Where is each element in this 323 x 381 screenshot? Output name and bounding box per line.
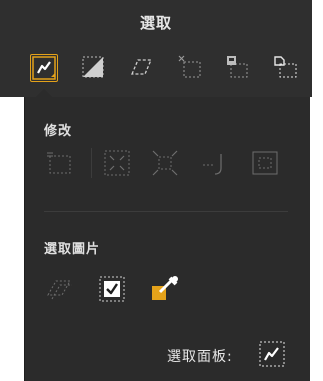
eyedropper-icon[interactable] (150, 274, 180, 304)
border-icon[interactable] (44, 148, 74, 178)
checkbox-icon[interactable] (98, 275, 126, 303)
contract-icon[interactable] (150, 148, 180, 178)
rect-select-icon[interactable] (80, 54, 106, 80)
panel-edge (24, 97, 25, 381)
feather-icon[interactable] (201, 148, 231, 178)
deselect-icon[interactable] (177, 54, 203, 80)
select-panel-icon[interactable] (258, 340, 286, 368)
select-object-icon[interactable] (273, 54, 299, 80)
select-layer-icon[interactable] (224, 54, 250, 80)
auto-select-icon[interactable] (30, 54, 58, 82)
selection-toolbar: 選取 (0, 0, 312, 97)
modify-divider (91, 148, 92, 178)
transform-icon[interactable] (44, 275, 74, 303)
invert-icon[interactable] (250, 148, 280, 178)
lasso-select-icon[interactable] (128, 54, 154, 80)
select-image-section-label: 選取圖片 (44, 242, 101, 257)
modify-section-label: 修改 (44, 124, 73, 139)
panel-pointer (36, 89, 52, 97)
section-divider (44, 211, 288, 212)
expand-icon[interactable] (102, 148, 132, 178)
select-panel-label: 選取面板: (167, 349, 233, 365)
toolbar-title: 選取 (139, 14, 172, 32)
